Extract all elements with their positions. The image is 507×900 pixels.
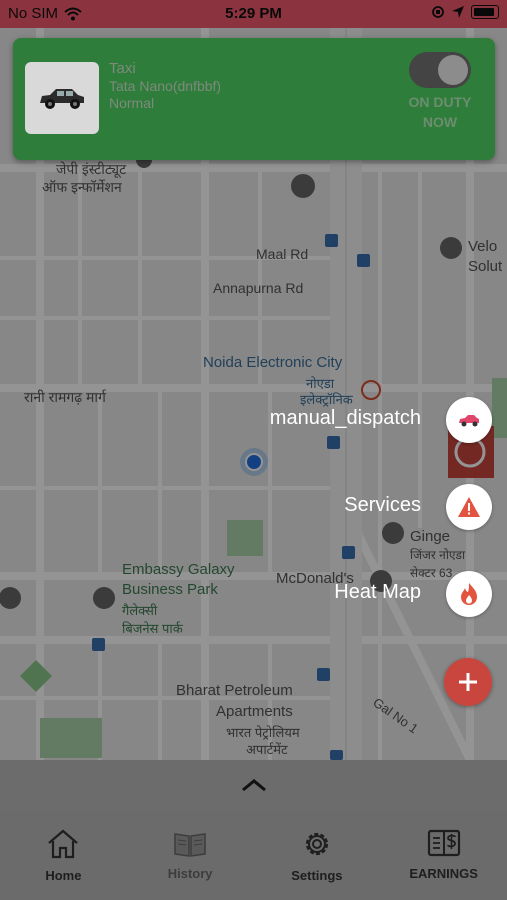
book-icon — [174, 833, 206, 857]
fab-toggle-button[interactable] — [444, 658, 492, 706]
duty-status-line1: ON DUTY — [408, 94, 472, 110]
duty-status-line2: NOW — [422, 114, 458, 130]
tab-settings[interactable]: Settings — [254, 810, 381, 900]
fab-manual-dispatch[interactable]: manual_dispatch — [0, 397, 507, 445]
tab-label-history: History — [167, 866, 213, 881]
home-icon — [48, 829, 79, 859]
services-button[interactable] — [446, 484, 492, 530]
fab-label-services[interactable]: Services — [344, 494, 421, 517]
flame-icon — [461, 583, 477, 605]
plus-icon — [459, 673, 477, 691]
fab-heat-map[interactable]: Heat Map — [0, 571, 507, 619]
vehicle-thumbnail — [25, 62, 99, 134]
car-icon — [40, 89, 84, 109]
warning-icon — [458, 497, 480, 517]
fab-label-heat-map[interactable]: Heat Map — [334, 581, 421, 604]
tab-home[interactable]: Home — [0, 810, 127, 900]
gear-icon — [305, 832, 328, 856]
tab-history[interactable]: History — [127, 810, 254, 900]
tab-label-earnings: EARNINGS — [409, 866, 478, 881]
vehicle-name: Tata Nano(dnfbbf) — [109, 78, 222, 94]
earnings-icon — [427, 829, 460, 857]
heat-map-button[interactable] — [446, 571, 492, 617]
manual-dispatch-button[interactable] — [446, 397, 492, 443]
car-icon — [459, 415, 479, 427]
chevron-up-icon — [241, 779, 266, 792]
fab-services[interactable]: Services — [0, 484, 507, 532]
vehicle-class: Normal — [109, 95, 155, 111]
duty-toggle[interactable] — [409, 52, 471, 88]
tab-label-home: Home — [45, 868, 82, 883]
duty-status-label: ON DUTY NOW — [393, 92, 487, 132]
driver-duty-card: Taxi Tata Nano(dnfbbf) Normal ON DUTY NO… — [13, 38, 495, 160]
fab-label-manual-dispatch[interactable]: manual_dispatch — [270, 407, 421, 430]
vehicle-type: Taxi — [109, 60, 136, 77]
tab-label-settings: Settings — [291, 868, 343, 883]
drawer-handle[interactable] — [0, 760, 507, 810]
toggle-knob — [438, 55, 468, 85]
tab-earnings[interactable]: EARNINGS — [380, 810, 507, 900]
bottom-tab-bar: Home History Settings EARNINGS — [0, 810, 507, 900]
